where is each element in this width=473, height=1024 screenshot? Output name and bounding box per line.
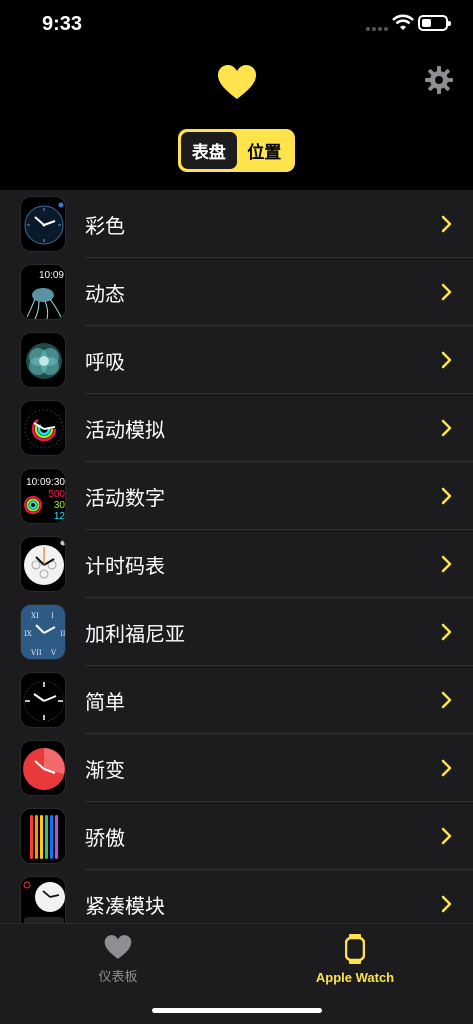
chevron-right-icon xyxy=(441,351,452,369)
svg-text:VII: VII xyxy=(30,649,42,657)
chevron-right-icon xyxy=(441,283,452,301)
list-item[interactable]: 计时码表 xyxy=(0,530,473,598)
pride-face-icon xyxy=(20,808,66,864)
list-item[interactable]: XI I IX III VII V 加利福尼亚 xyxy=(0,598,473,666)
svg-text:I: I xyxy=(51,612,54,620)
list-item[interactable]: 10:09:30 500 30 12 活动数字 xyxy=(0,462,473,530)
chevron-right-icon xyxy=(441,827,452,845)
list-item[interactable]: 10:09 动态 xyxy=(0,258,473,326)
tab-label: Apple Watch xyxy=(315,970,395,985)
heart-icon xyxy=(104,935,132,959)
face-label: 加利福尼亚 xyxy=(85,621,185,646)
face-label: 彩色 xyxy=(85,213,125,238)
breathe-face-icon xyxy=(20,332,66,388)
color-face-icon xyxy=(20,196,66,252)
move-value: 500 xyxy=(48,489,65,500)
list-item[interactable]: 彩色 xyxy=(0,190,473,258)
gradient-face-icon xyxy=(20,740,66,796)
tab-label: 仪表板 xyxy=(98,969,138,984)
chevron-right-icon xyxy=(441,691,452,709)
watch-icon xyxy=(345,934,365,964)
settings-gear-icon[interactable] xyxy=(425,66,453,94)
status-bar: 9:33 xyxy=(0,0,473,50)
list-item[interactable]: 呼吸 xyxy=(0,326,473,394)
segment-location[interactable]: 位置 xyxy=(237,132,293,169)
heart-icon xyxy=(218,65,256,99)
face-label: 活动数字 xyxy=(85,485,165,510)
chevron-right-icon xyxy=(441,895,452,913)
cellular-signal-icon xyxy=(366,27,388,31)
chevron-right-icon xyxy=(441,487,452,505)
face-time: 10:09:30 xyxy=(26,477,65,488)
watch-face-list: 彩色 10:09 动态 呼吸 活动模拟 10:09:30 500 30 12 活… xyxy=(0,190,473,923)
modular-compact-face-icon xyxy=(20,876,66,923)
tab-dashboard[interactable]: 仪表板 xyxy=(58,934,178,985)
exercise-value: 30 xyxy=(54,500,66,511)
chevron-right-icon xyxy=(441,215,452,233)
face-label: 呼吸 xyxy=(85,349,125,374)
stand-value: 12 xyxy=(54,511,66,522)
battery-icon xyxy=(418,15,451,31)
list-item[interactable]: 活动模拟 xyxy=(0,394,473,462)
svg-text:IX: IX xyxy=(24,630,32,638)
face-label: 简单 xyxy=(85,689,125,714)
chevron-right-icon xyxy=(441,623,452,641)
activity-analog-face-icon xyxy=(20,400,66,456)
activity-digital-face-icon: 10:09:30 500 30 12 xyxy=(20,468,66,524)
face-time: 10:09 xyxy=(39,270,64,281)
face-label: 渐变 xyxy=(85,757,125,782)
status-time: 9:33 xyxy=(42,13,83,35)
chevron-right-icon xyxy=(441,419,452,437)
chevron-right-icon xyxy=(441,555,452,573)
list-item[interactable]: 简单 xyxy=(0,666,473,734)
svg-text:V: V xyxy=(50,649,57,657)
face-label: 动态 xyxy=(85,281,125,306)
simple-face-icon xyxy=(20,672,66,728)
face-label: 计时码表 xyxy=(85,553,165,578)
list-item[interactable]: 紧凑模块 xyxy=(0,870,473,923)
segment-faces[interactable]: 表盘 xyxy=(181,132,237,169)
svg-text:XI: XI xyxy=(31,612,39,620)
face-label: 活动模拟 xyxy=(85,417,165,442)
chronograph-face-icon xyxy=(20,536,66,592)
face-location-segmented-control: 表盘 位置 xyxy=(178,129,295,172)
list-item[interactable]: 骄傲 xyxy=(0,802,473,870)
svg-text:III: III xyxy=(60,630,66,638)
motion-face-icon: 10:09 xyxy=(20,264,66,320)
list-item[interactable]: 渐变 xyxy=(0,734,473,802)
home-indicator xyxy=(152,1008,322,1013)
wifi-icon xyxy=(392,14,414,30)
face-label: 骄傲 xyxy=(85,825,125,850)
face-label: 紧凑模块 xyxy=(85,893,165,918)
tab-apple-watch[interactable]: Apple Watch xyxy=(295,934,415,985)
california-face-icon: XI I IX III VII V xyxy=(20,604,66,660)
chevron-right-icon xyxy=(441,759,452,777)
